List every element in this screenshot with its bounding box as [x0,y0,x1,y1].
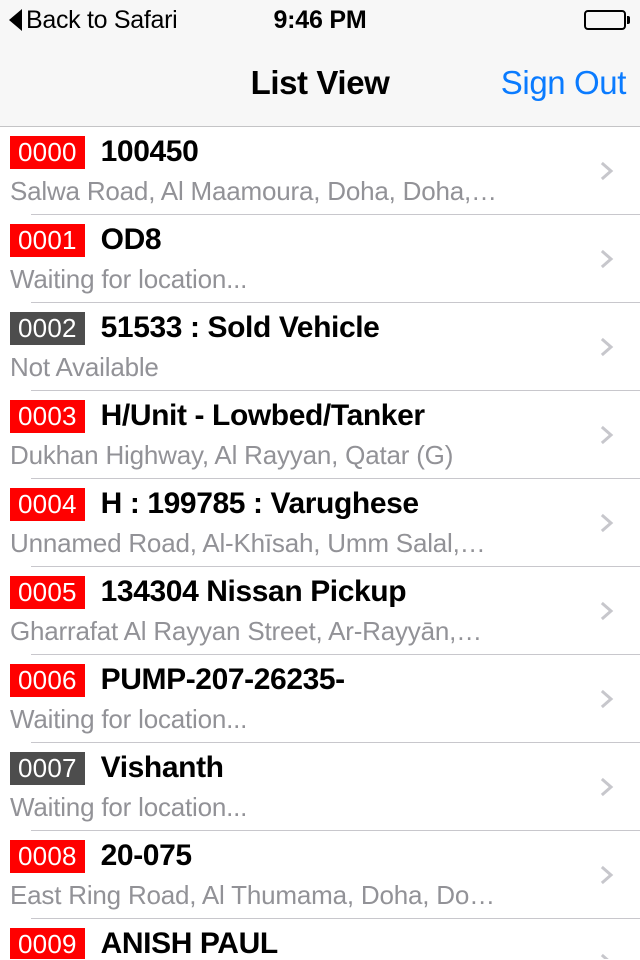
list-item[interactable]: 0000 100450 Salwa Road, Al Maamoura, Doha,… [0,127,640,215]
list-item[interactable]: 0003 H/Unit - Lowbed/Tanker Dukhan Highway… [0,391,640,479]
list-item-header: 0009 ANISH PAUL [0,919,640,959]
list-item-header: 0008 20-075 [0,831,640,873]
battery-full-icon [584,10,630,30]
list-item-subtitle: Waiting for location... [10,792,248,822]
status-badge: 0004 [10,487,85,521]
status-badge: 0002 [10,311,85,345]
battery-cap [627,16,630,24]
list-item-header: 0000 100450 [0,127,640,169]
navigation-bar: List View Sign Out [0,40,640,127]
list-item-title: ANISH PAUL [100,927,278,959]
triangle-left-icon [9,9,22,31]
list-item[interactable]: 0001 OD8 Waiting for location... [0,215,640,303]
list-item-header: 0005 134304 Nissan Pickup [0,567,640,609]
chevron-right-icon [598,689,618,709]
list-item[interactable]: 0002 51533 : Sold Vehicle Not Available [0,303,640,391]
list-item-subtitle: Unnamed Road, Al-Khīsah, Umm Salal,… [10,528,486,558]
status-badge: 0007 [10,751,85,785]
list-item-subtitle: Gharrafat Al Rayyan Street, Ar-Rayyān,… [10,616,482,646]
status-bar: Back to Safari 9:46 PM [0,0,640,40]
list-item-header: 0004 H : 199785 : Varughese [0,479,640,521]
list-item-title: Vishanth [100,751,224,784]
list-item-title: 100450 [100,135,199,168]
status-badge: 0003 [10,399,85,433]
chevron-right-icon [598,601,618,621]
status-badge: 0006 [10,663,85,697]
list-item-header: 0002 51533 : Sold Vehicle [0,303,640,345]
list-item-header: 0006 PUMP-207-26235- [0,655,640,697]
sign-out-button[interactable]: Sign Out [501,40,627,125]
chevron-right-icon [598,161,618,181]
status-badge: 0009 [10,927,85,959]
list-view[interactable]: 0000 100450 Salwa Road, Al Maamoura, Doha,… [0,127,640,959]
status-badge: 0008 [10,839,85,873]
list-item[interactable]: 0005 134304 Nissan Pickup Gharrafat Al Ray… [0,567,640,655]
list-item-subtitle: Salwa Road, Al Maamoura, Doha, Doha,… [10,176,497,206]
chevron-right-icon [598,865,618,885]
list-item[interactable]: 0008 20-075 East Ring Road, Al Thumama, Do… [0,831,640,919]
back-to-safari-label: Back to Safari [26,5,178,34]
status-badge: 0001 [10,223,85,257]
list-item-header: 0001 OD8 [0,215,640,257]
list-item[interactable]: 0004 H : 199785 : Varughese Unnamed Road, … [0,479,640,567]
chevron-right-icon [598,249,618,269]
list-item-title: H/Unit - Lowbed/Tanker [100,399,425,432]
list-item-subtitle: Not Available [10,352,159,382]
chevron-right-icon [598,425,618,445]
chevron-right-icon [598,337,618,357]
list-item-title: OD8 [100,223,162,256]
chevron-right-icon [598,777,618,797]
list-item-title: H : 199785 : Varughese [100,487,419,520]
battery-body [584,10,626,30]
list-item-title: 20-075 [100,839,192,872]
list-item-subtitle: East Ring Road, Al Thumama, Doha, Do… [10,880,495,910]
back-to-safari-button[interactable]: Back to Safari [0,0,178,40]
chevron-right-icon [598,513,618,533]
list-item-title: 51533 : Sold Vehicle [100,311,380,344]
list-item[interactable]: 0007 Vishanth Waiting for location... [0,743,640,831]
list-item[interactable]: 0006 PUMP-207-26235- Waiting for location.… [0,655,640,743]
status-badge: 0005 [10,575,85,609]
list-item-title: 134304 Nissan Pickup [100,575,407,608]
chevron-right-icon [598,953,618,959]
list-item[interactable]: 0009 ANISH PAUL [0,919,640,959]
list-item-subtitle: Waiting for location... [10,264,248,294]
status-badge: 0000 [10,135,85,169]
list-item-subtitle: Waiting for location... [10,704,248,734]
list-item-title: PUMP-207-26235- [100,663,345,696]
list-item-subtitle: Dukhan Highway, Al Rayyan, Qatar (G) [10,440,454,470]
list-item-header: 0003 H/Unit - Lowbed/Tanker [0,391,640,433]
list-item-header: 0007 Vishanth [0,743,640,785]
